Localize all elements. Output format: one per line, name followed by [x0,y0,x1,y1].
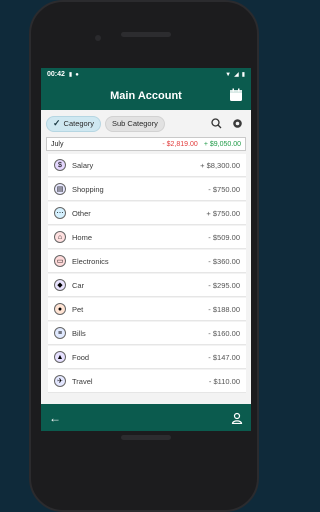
category-amount: + $8,300.00 [200,160,240,170]
sim-icon: ▮ [68,72,73,78]
app-bar: Main Account [41,81,251,110]
category-name: Pet [72,304,84,314]
wifi-icon: ▼ [225,71,232,78]
home-icon: ⌂ [54,231,66,243]
salary-icon: $ [54,159,66,171]
user-icon[interactable] [231,412,243,424]
category-name: Bills [72,328,86,338]
category-name: Home [72,232,93,242]
category-amount: - $509.00 [208,232,240,242]
status-notification-icons: ▮ ● [68,71,79,79]
sub-category-chip-label: Sub Category [111,119,158,128]
electronics-icon: ▭ [54,255,66,267]
bills-icon: ≡ [54,327,66,339]
summary-expense: - $2,819.00 [162,140,198,148]
category-name: Food [72,352,90,362]
front-camera [95,35,101,41]
list-item[interactable]: ▤ Shopping - $750.00 [48,178,246,201]
category-amount: + $750.00 [206,208,240,218]
list-item[interactable]: ≡ Bills - $160.00 [48,322,246,345]
list-item[interactable]: ▲ Food - $147.00 [48,346,246,369]
bottom-nav: ← [41,404,251,431]
signal-icon: ◢ [234,72,239,78]
category-amount: - $160.00 [208,328,240,338]
bottom-speaker [121,435,171,440]
back-arrow-icon[interactable]: ← [49,411,61,425]
other-icon: ⋯ [54,207,66,219]
category-list: $ Salary + $8,300.00 ▤ Shopping - $750.0… [48,154,246,393]
category-name: Electronics [72,256,109,266]
travel-icon: ✈ [54,375,66,387]
search-icon[interactable] [211,118,222,129]
calendar-icon[interactable] [229,88,243,102]
sync-icon: ● [75,71,79,78]
category-amount: - $188.00 [208,304,240,314]
summary-income: + $9,050.00 [203,140,241,148]
category-name: Salary [72,160,94,170]
sub-category-chip[interactable]: Sub Category [104,115,165,132]
month-summary[interactable]: July - $2,819.00 + $9,050.00 [46,137,246,151]
car-icon: ◆ [54,279,66,291]
status-time: 00:42 [47,71,65,78]
list-item[interactable]: ▭ Electronics - $360.00 [48,250,246,273]
category-name: Travel [72,376,93,386]
shopping-icon: ▤ [54,183,66,195]
settings-icon[interactable] [232,118,243,129]
phone-frame: 00:42 ▮ ● ▼ ◢ ▮ Main Account ✓ Category … [29,0,259,512]
filter-bar: ✓ Category Sub Category [41,110,251,137]
food-icon: ▲ [54,351,66,363]
page-title: Main Account [110,89,182,102]
category-amount: - $110.00 [208,376,240,386]
category-amount: - $750.00 [208,184,240,194]
list-item[interactable]: ⋯ Other + $750.00 [48,202,246,225]
category-amount: - $147.00 [208,352,240,362]
category-name: Car [72,280,85,290]
check-icon: ✓ [53,118,61,128]
status-bar: 00:42 ▮ ● ▼ ◢ ▮ [41,68,251,81]
list-item[interactable]: ⌂ Home - $509.00 [48,226,246,249]
category-name: Other [72,208,91,218]
app-screen: 00:42 ▮ ● ▼ ◢ ▮ Main Account ✓ Category … [41,68,251,431]
list-item[interactable]: $ Salary + $8,300.00 [48,154,246,177]
battery-icon: ▮ [241,72,245,78]
pet-icon: ● [54,303,66,315]
toolbar-actions [211,118,246,129]
list-item[interactable]: ● Pet - $188.00 [48,298,246,321]
category-chip-label: Category [63,119,94,128]
status-right-icons: ▼ ◢ ▮ [225,71,245,79]
list-item[interactable]: ◆ Car - $295.00 [48,274,246,297]
summary-month: July [51,140,64,148]
category-name: Shopping [72,184,104,194]
category-amount: - $295.00 [208,280,240,290]
list-item[interactable]: ✈ Travel - $110.00 [48,370,246,393]
earpiece-speaker [121,32,171,37]
category-amount: - $360.00 [208,256,240,266]
category-chip[interactable]: ✓ Category [46,115,101,132]
